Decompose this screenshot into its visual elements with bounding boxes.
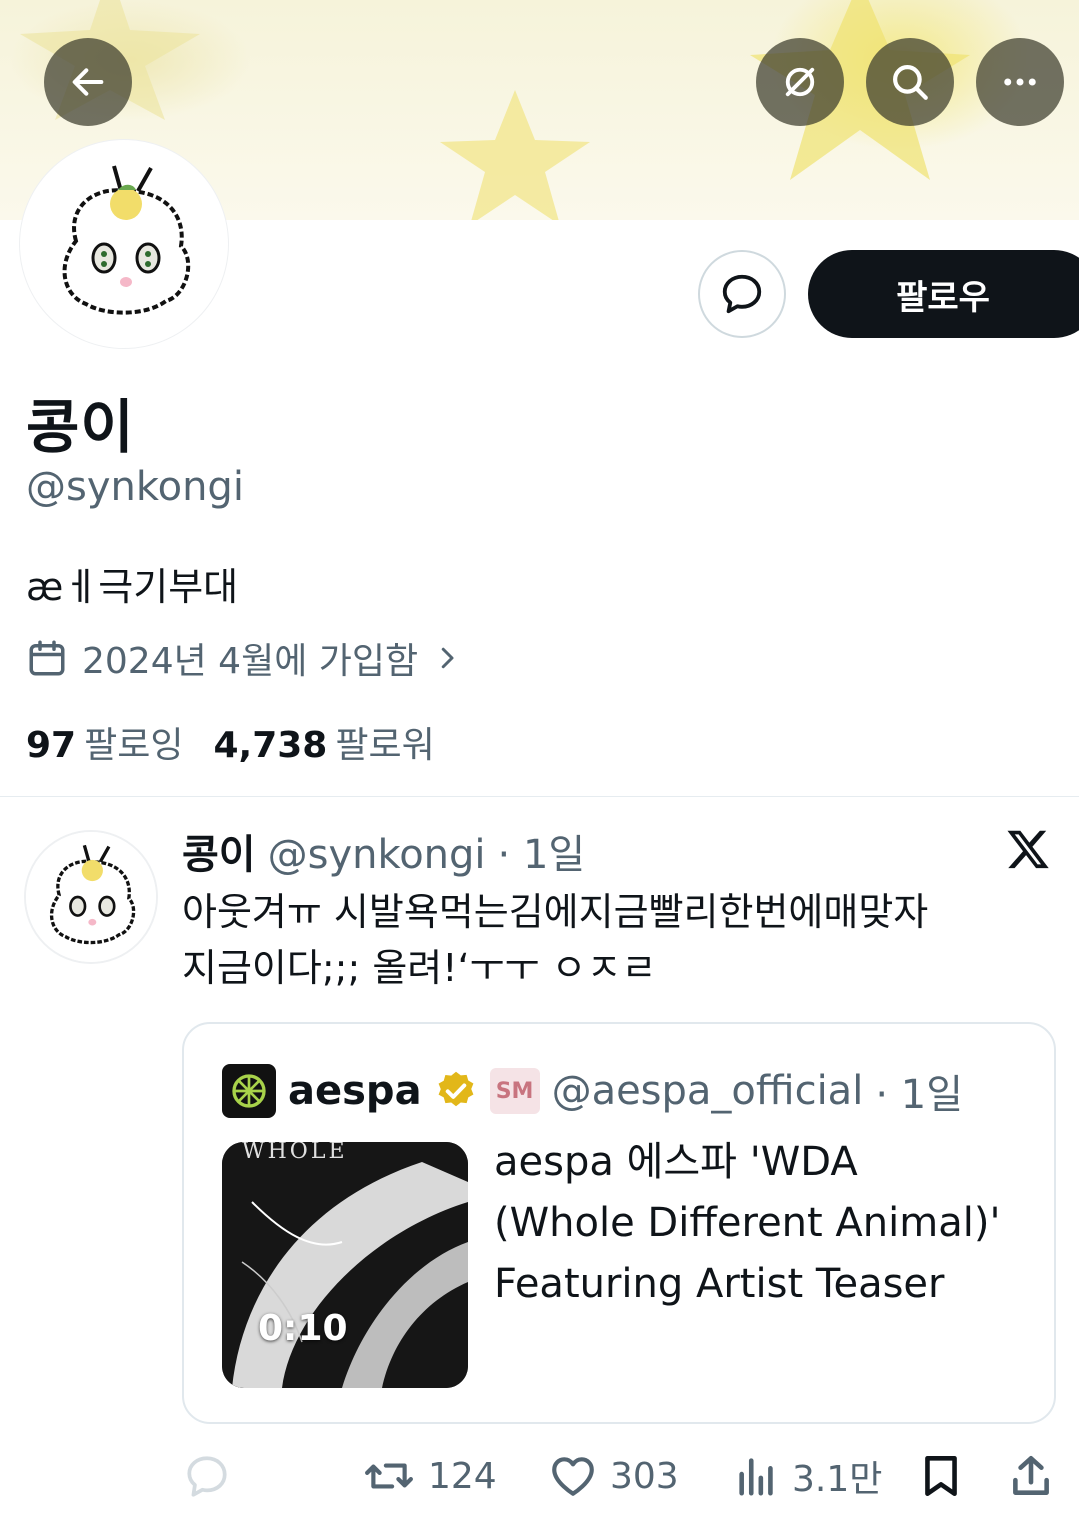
followers-link[interactable]: 4,738 팔로워: [213, 716, 434, 768]
tweet-text-line: 아웃겨ㅠ 시발욕먹는김에지금빨리한번에매맞자: [182, 890, 929, 934]
message-button[interactable]: [698, 250, 786, 338]
repost-button[interactable]: 124: [362, 1440, 497, 1512]
views-button[interactable]: 3.1만: [734, 1440, 882, 1512]
bookmark-button[interactable]: [916, 1440, 966, 1512]
quoted-tweet-header: aespa SM @aespa_official · 1일: [222, 1062, 963, 1120]
calendar-icon: [29, 640, 65, 676]
tweet-author-avatar[interactable]: [24, 830, 158, 964]
share-icon: [1013, 1456, 1049, 1495]
tweet-author-handle[interactable]: @synkongi: [268, 832, 486, 878]
tweet-author-name[interactable]: 콩이: [182, 822, 256, 880]
hide-link-button[interactable]: [756, 38, 844, 126]
affiliate-badge: SM: [489, 1068, 540, 1114]
follow-button[interactable]: 팔로우: [808, 250, 1079, 338]
profile-bio: æㅔ극기부대: [26, 565, 239, 609]
bookmark-icon: [925, 1456, 957, 1496]
heart-icon: [552, 1457, 594, 1496]
repost-icon: [365, 1463, 413, 1489]
followers-label: 팔로워: [335, 725, 435, 766]
hamster-avatar-image: [26, 832, 156, 962]
profile-handle: @synkongi: [26, 464, 244, 510]
tweet-time[interactable]: · 1일: [498, 822, 586, 880]
tweet-text-line: 지금이다;;; 올려!‘ㅜㅜ ㅇㅈㄹ: [182, 946, 657, 990]
more-button[interactable]: [976, 38, 1064, 126]
search-button[interactable]: [866, 38, 954, 126]
hamster-avatar-image: [26, 146, 222, 342]
following-link[interactable]: 97 팔로잉: [26, 716, 183, 768]
like-count: 303: [610, 1455, 679, 1497]
aespa-logo-icon: [222, 1064, 276, 1118]
reply-icon: [187, 1456, 227, 1497]
video-thumbnail[interactable]: WHOLE 0:10: [222, 1142, 468, 1388]
x-logo-icon: [1007, 830, 1049, 869]
divider: [0, 796, 1079, 797]
tweet-action-bar: 124 303 3.1만: [0, 1440, 1079, 1512]
banner-star: [440, 90, 590, 220]
profile-avatar[interactable]: [20, 140, 228, 348]
hide-link-icon: [785, 67, 815, 97]
quoted-text-line: Featuring Artist Teaser: [494, 1261, 945, 1307]
joined-date-text: 2024년 4월에 가입함: [82, 641, 419, 682]
following-count: 97: [26, 725, 77, 766]
views-chart-icon: [739, 1458, 773, 1496]
joined-date-row[interactable]: 2024년 4월에 가입함: [26, 632, 462, 684]
views-count: 3.1만: [792, 1459, 883, 1500]
quoted-tweet-text: aespa 에스파 'WDA (Whole Different Animal)'…: [494, 1132, 1034, 1315]
display-name: 콩이: [26, 393, 135, 461]
arrow-left-icon: [72, 68, 104, 96]
chevron-right-icon: [441, 647, 454, 669]
quoted-author-name: aespa: [288, 1068, 422, 1114]
svg-text:WHOLE: WHOLE: [242, 1142, 348, 1164]
quoted-text-line: aespa 에스파 'WDA: [494, 1139, 858, 1185]
tweet-text: 아웃겨ㅠ 시발욕먹는김에지금빨리한번에매맞자 지금이다;;; 올려!‘ㅜㅜ ㅇㅈ…: [182, 884, 1052, 996]
followers-count: 4,738: [213, 725, 328, 766]
quoted-author-handle: @aespa_official: [551, 1068, 864, 1114]
quoted-text-line: (Whole Different Animal)': [494, 1200, 1001, 1246]
profile-page: 팔로우 콩이 @synkongi æㅔ극기부대 2024년 4월에 가입함 97…: [0, 0, 1079, 1521]
more-icon: [1004, 78, 1036, 86]
quoted-tweet-card[interactable]: aespa SM @aespa_official · 1일 WHOLE 0:10…: [182, 1022, 1056, 1424]
search-icon: [893, 65, 928, 100]
quoted-tweet-time: · 1일: [875, 1072, 963, 1118]
tweet-header: 콩이 @synkongi · 1일: [182, 822, 585, 880]
share-button[interactable]: [1006, 1440, 1056, 1512]
video-duration: 0:10: [258, 1308, 348, 1349]
repost-count: 124: [428, 1455, 497, 1497]
follow-stats: 97 팔로잉 4,738 팔로워: [26, 716, 435, 768]
chat-bubble-icon: [722, 274, 762, 314]
verified-badge-icon: [438, 1071, 473, 1107]
video-thumbnail-image: WHOLE: [222, 1142, 468, 1388]
following-label: 팔로잉: [84, 725, 184, 766]
like-button[interactable]: 303: [548, 1440, 679, 1512]
back-button[interactable]: [44, 38, 132, 126]
reply-button[interactable]: [182, 1440, 232, 1512]
